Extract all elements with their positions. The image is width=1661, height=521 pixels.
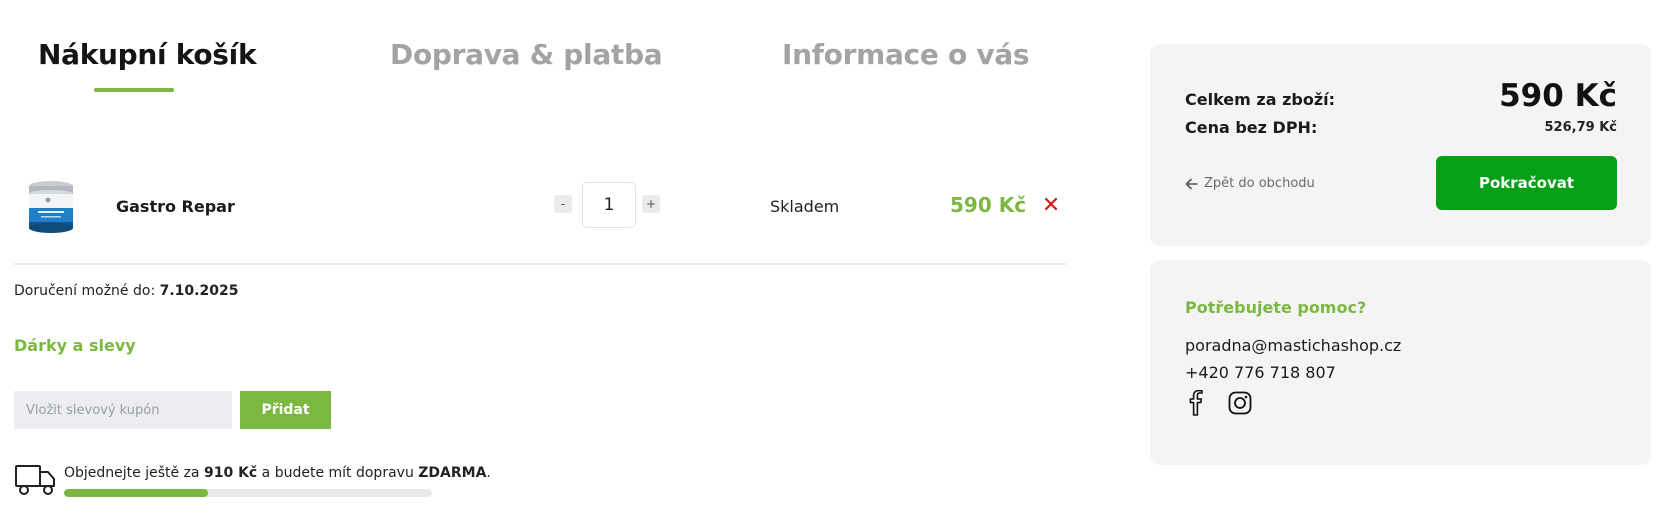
stock-status: Skladem — [770, 197, 840, 216]
total-label: Celkem za zboží: — [1185, 90, 1336, 109]
delivery-label: Doručení možné do: — [14, 283, 156, 299]
product-image[interactable] — [24, 178, 78, 236]
ship-text-end: . — [486, 465, 491, 481]
ship-text-before: Objednejte ještě za — [64, 465, 200, 481]
back-to-shop-label: Zpět do obchodu — [1204, 176, 1315, 191]
arrow-left-icon — [1185, 178, 1198, 189]
ship-remaining-amount: 910 Kč — [203, 465, 258, 481]
help-title: Potřebujete pomoc? — [1185, 298, 1367, 317]
ship-text-middle: a budete mít dopravu — [261, 465, 414, 481]
quantity-input[interactable]: 1 — [582, 182, 636, 228]
total-value: 590 Kč — [1499, 78, 1617, 114]
step-cart[interactable]: Nákupní košík — [38, 38, 257, 71]
back-to-shop-link[interactable]: Zpět do obchodu — [1185, 176, 1315, 191]
coupon-input[interactable] — [14, 391, 232, 429]
gifts-discounts-title: Dárky a slevy — [14, 336, 136, 355]
step-customer-info[interactable]: Informace o vás — [782, 38, 1030, 71]
close-icon — [1044, 197, 1058, 211]
add-coupon-button[interactable]: Přidat — [240, 391, 331, 429]
ship-free-label: ZDARMA — [418, 465, 487, 481]
delivery-date: 7.10.2025 — [159, 283, 239, 299]
free-shipping-message: Objednejte ještě za 910 Kč a budete mít … — [64, 465, 491, 481]
step-shipping-payment[interactable]: Doprava & platba — [390, 38, 663, 71]
help-phone-link[interactable]: +420 776 718 807 — [1185, 363, 1336, 382]
cart-item-row: Gastro Repar - 1 + Skladem 590 Kč — [14, 160, 1066, 260]
help-panel: Potřebujete pomoc? poradna@mastichashop.… — [1150, 260, 1651, 465]
net-price-label: Cena bez DPH: — [1185, 118, 1318, 137]
delivery-estimate: Doručení možné do: 7.10.2025 — [14, 283, 238, 299]
free-shipping-progress-fill — [64, 489, 208, 497]
quantity-decrease-button[interactable]: - — [554, 195, 572, 213]
active-step-underline — [94, 88, 174, 92]
free-shipping-progress-bar — [64, 489, 432, 497]
instagram-icon[interactable] — [1228, 391, 1252, 415]
item-price: 590 Kč — [950, 193, 1027, 217]
quantity-increase-button[interactable]: + — [642, 195, 660, 213]
remove-item-button[interactable] — [1044, 194, 1058, 214]
continue-button[interactable]: Pokračovat — [1436, 156, 1617, 210]
truck-icon — [15, 465, 55, 495]
checkout-steps: Nákupní košík Doprava & platba Informace… — [0, 38, 1070, 98]
net-price-value: 526,79 Kč — [1544, 120, 1617, 135]
cart-divider — [14, 263, 1066, 265]
help-email-link[interactable]: poradna@mastichashop.cz — [1185, 336, 1401, 355]
order-summary-panel: Celkem za zboží: 590 Kč Cena bez DPH: 52… — [1150, 44, 1651, 246]
product-name[interactable]: Gastro Repar — [116, 197, 235, 216]
facebook-icon[interactable] — [1186, 390, 1206, 416]
